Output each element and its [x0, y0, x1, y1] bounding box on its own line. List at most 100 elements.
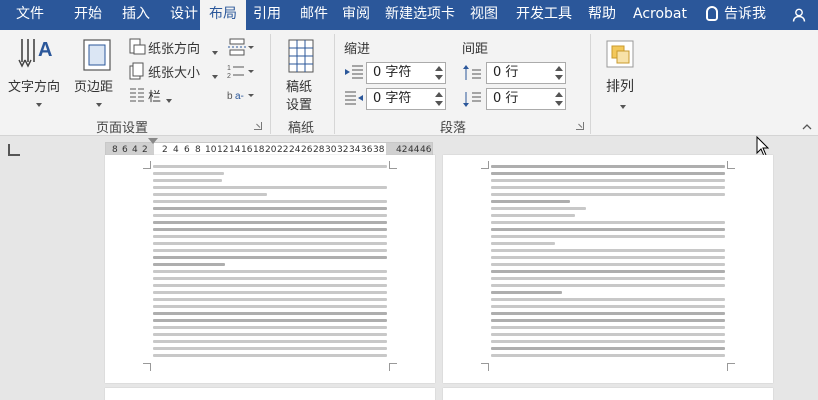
- collapse-ribbon-button[interactable]: [800, 118, 814, 130]
- hyphenation-button[interactable]: b a-: [226, 86, 256, 104]
- tab-mailings[interactable]: 邮件: [290, 0, 338, 30]
- document-page-1[interactable]: [105, 155, 435, 383]
- tab-help[interactable]: 帮助: [580, 0, 624, 30]
- spinner-arrows-icon[interactable]: [555, 91, 563, 107]
- arrange-button[interactable]: 排列: [598, 34, 644, 114]
- document-text-line: [153, 179, 222, 182]
- spacing-after-input[interactable]: 0 行: [486, 88, 566, 110]
- line-numbers-button[interactable]: 1 2: [226, 62, 256, 80]
- page-setup-launcher[interactable]: [254, 122, 262, 130]
- document-text-line: [491, 333, 725, 336]
- orientation-button[interactable]: 纸张方向: [126, 36, 224, 58]
- manuscript-settings-button[interactable]: 稿纸 设置: [280, 34, 324, 114]
- indent-left-icon: [345, 65, 363, 79]
- document-text-line: [491, 179, 725, 182]
- document-text-line: [153, 172, 224, 175]
- crop-mark: [143, 363, 151, 371]
- document-text-line: [153, 333, 387, 336]
- indent-right-input[interactable]: 0 字符: [366, 88, 446, 110]
- person-icon: [792, 8, 806, 22]
- indent-right-icon: [345, 91, 363, 105]
- document-text-line: [153, 312, 387, 315]
- document-text-line: [491, 298, 725, 301]
- document-page-4[interactable]: [443, 388, 773, 400]
- tell-me-label: 告诉我: [724, 6, 766, 22]
- ribbon-layout-panel: A 文字方向 页边距 纸张方向 纸张大小 栏 1 2 b a- 页面设置 稿纸 …: [0, 30, 818, 136]
- document-page-2[interactable]: [443, 155, 773, 383]
- tab-home[interactable]: 开始: [64, 0, 112, 30]
- document-text-line: [491, 249, 725, 252]
- crop-mark: [727, 161, 735, 169]
- document-text-line: [153, 354, 387, 357]
- margins-icon: [83, 39, 111, 71]
- chevron-down-icon: [96, 103, 102, 107]
- crop-mark: [389, 363, 397, 371]
- vertical-scrollbar[interactable]: [806, 163, 818, 400]
- tab-insert[interactable]: 插入: [112, 0, 160, 30]
- tab-selector[interactable]: [8, 144, 20, 156]
- document-text-line: [153, 242, 387, 245]
- indent-left-input[interactable]: 0 字符: [366, 62, 446, 84]
- first-line-indent-marker[interactable]: [148, 138, 158, 144]
- paragraph-launcher[interactable]: [576, 122, 584, 130]
- tab-acrobat[interactable]: Acrobat: [624, 0, 696, 30]
- document-text-line: [491, 214, 575, 217]
- document-text-line: [153, 347, 387, 350]
- arrange-label: 排列: [606, 79, 634, 95]
- document-text-line: [153, 305, 387, 308]
- text-direction-button[interactable]: A 文字方向: [6, 34, 68, 110]
- size-button[interactable]: 纸张大小: [126, 60, 224, 82]
- indent-right-value: 0 字符: [373, 91, 412, 106]
- tab-layout[interactable]: 布局: [200, 0, 246, 30]
- document-text-line: [153, 200, 387, 203]
- document-text-line: [491, 326, 725, 329]
- paragraph-group-label: 段落: [440, 121, 467, 136]
- margins-button[interactable]: 页边距: [72, 34, 124, 110]
- spacing-heading: 间距: [462, 42, 489, 57]
- orientation-label: 纸张方向: [148, 42, 201, 57]
- lightbulb-icon: [706, 6, 718, 21]
- manuscript-group-label: 稿纸: [288, 121, 315, 136]
- document-text-line: [153, 298, 387, 301]
- spacing-after-value: 0 行: [493, 91, 519, 106]
- spinner-arrows-icon[interactable]: [435, 65, 443, 81]
- document-text-line: [153, 263, 225, 266]
- document-text-line: [153, 270, 387, 273]
- spinner-arrows-icon[interactable]: [555, 65, 563, 81]
- group-separator: [270, 34, 271, 134]
- document-text-line: [153, 340, 387, 343]
- tab-review[interactable]: 审阅: [336, 0, 376, 30]
- spinner-arrows-icon[interactable]: [435, 91, 443, 107]
- document-text-line: [491, 270, 725, 273]
- size-label: 纸张大小: [148, 66, 201, 81]
- spacing-before-input[interactable]: 0 行: [486, 62, 566, 84]
- document-text-line: [153, 326, 387, 329]
- svg-text:a-: a-: [235, 91, 244, 102]
- columns-button[interactable]: 栏: [126, 84, 186, 106]
- tell-me-search[interactable]: 告诉我: [700, 0, 772, 30]
- crop-mark: [727, 363, 735, 371]
- tab-new-tab[interactable]: 新建选项卡: [378, 0, 462, 30]
- tab-developer[interactable]: 开发工具: [508, 0, 580, 30]
- manuscript-label-line1: 稿纸: [286, 80, 313, 95]
- crop-mark: [481, 363, 489, 371]
- breaks-button[interactable]: [226, 38, 256, 56]
- document-text-line: [491, 291, 562, 294]
- document-page-3[interactable]: [105, 388, 435, 400]
- document-text-line: [491, 354, 725, 357]
- document-text-line: [491, 200, 570, 203]
- margins-label: 页边距: [74, 80, 114, 95]
- document-text-line: [491, 242, 555, 245]
- tab-references[interactable]: 引用: [246, 0, 288, 30]
- tab-file[interactable]: 文件: [4, 0, 56, 30]
- tab-view[interactable]: 视图: [464, 0, 504, 30]
- manuscript-grid-icon: [288, 39, 314, 73]
- document-text-line: [491, 340, 725, 343]
- chevron-up-icon: [802, 124, 812, 130]
- chevron-down-icon: [212, 75, 218, 79]
- document-text-line: [491, 228, 725, 231]
- document-text-line: [491, 207, 586, 210]
- document-text-line: [491, 277, 725, 280]
- document-text-line: [153, 221, 387, 224]
- share-button[interactable]: [792, 0, 814, 30]
